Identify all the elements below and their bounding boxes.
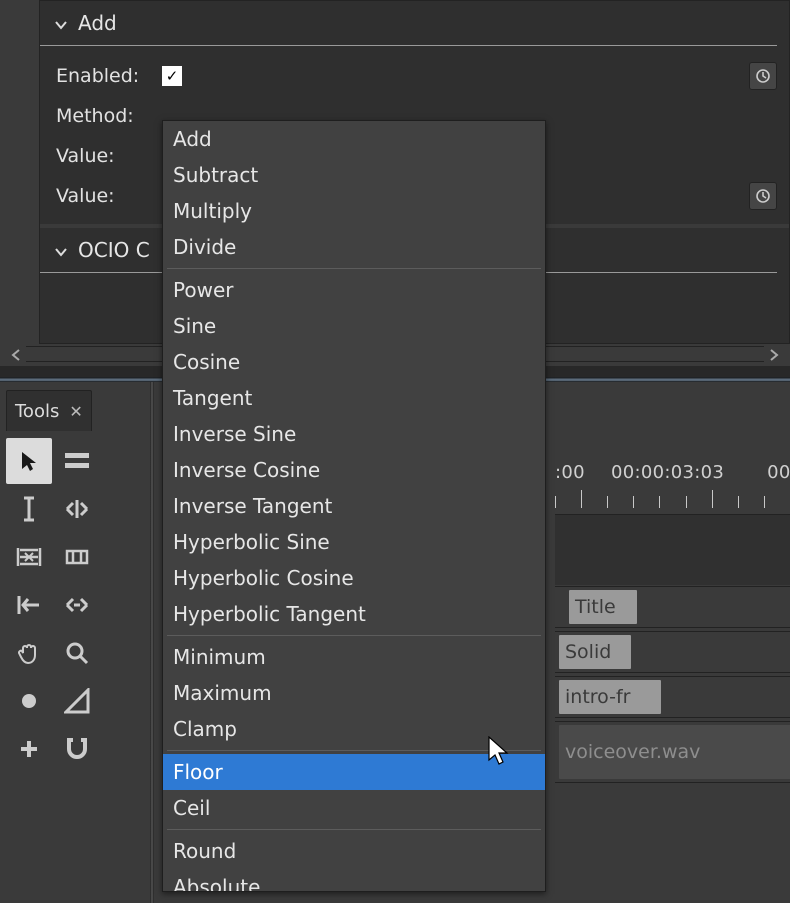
tool-track-select[interactable] <box>54 438 100 484</box>
dropdown-item-subtract[interactable]: Subtract <box>163 157 545 193</box>
section-add-header[interactable]: Add <box>40 1 789 45</box>
chevron-down-icon <box>54 243 68 257</box>
pointer-icon <box>17 449 41 473</box>
dropdown-item-maximum[interactable]: Maximum <box>163 675 545 711</box>
value2-label: Value: <box>56 185 152 207</box>
track-1[interactable]: Solid <box>555 631 790 673</box>
row-enabled: Enabled: ✓ <box>56 56 777 96</box>
tool-pointer[interactable] <box>6 438 52 484</box>
tool-transition[interactable] <box>54 678 100 724</box>
hand-icon <box>17 641 41 665</box>
dropdown-item-ceil[interactable]: Ceil <box>163 790 545 826</box>
ruler-labels: :00 00:00:03:03 00: <box>555 462 790 483</box>
scroll-right-icon[interactable] <box>764 346 784 364</box>
clip-solid[interactable]: Solid <box>559 635 631 669</box>
dropdown-item-round[interactable]: Round <box>163 833 545 869</box>
enabled-checkbox[interactable]: ✓ <box>162 66 182 86</box>
dropdown-item-hyperbolic-tangent[interactable]: Hyperbolic Tangent <box>163 596 545 632</box>
dropdown-item-inverse-sine[interactable]: Inverse Sine <box>163 416 545 452</box>
dropdown-item-multiply[interactable]: Multiply <box>163 193 545 229</box>
scroll-left-icon[interactable] <box>6 346 26 364</box>
dropdown-item-tangent[interactable]: Tangent <box>163 380 545 416</box>
ripple-icon <box>64 498 90 520</box>
tab-close-icon[interactable]: ✕ <box>69 402 82 421</box>
method-dropdown[interactable]: AddSubtractMultiplyDivide PowerSineCosine… <box>162 120 546 892</box>
add-icon <box>18 738 40 760</box>
dropdown-item-hyperbolic-sine[interactable]: Hyperbolic Sine <box>163 524 545 560</box>
slide-left-icon <box>16 594 42 616</box>
dropdown-item-clamp[interactable]: Clamp <box>163 711 545 747</box>
slide-right-icon <box>64 594 90 616</box>
slip-icon <box>63 548 91 566</box>
keyframe-button-enabled[interactable] <box>749 62 777 90</box>
enabled-label: Enabled: <box>56 65 152 87</box>
tool-text-cursor[interactable] <box>6 486 52 532</box>
tab-tools[interactable]: Tools ✕ <box>6 390 92 431</box>
timeline: :00 00:00:03:03 00: Title Solid intro-fr vo… <box>555 460 790 903</box>
tool-hand[interactable] <box>6 630 52 676</box>
tool-slide-right[interactable] <box>54 582 100 628</box>
dropdown-item-divide[interactable]: Divide <box>163 229 545 265</box>
track-select-icon <box>64 451 90 471</box>
dropdown-item-floor[interactable]: Floor <box>163 754 545 790</box>
ruler-label: 00:00:03:03 <box>611 462 761 483</box>
method-label: Method: <box>56 105 152 127</box>
track-0[interactable]: Title <box>555 586 790 628</box>
tool-slide-left[interactable] <box>6 582 52 628</box>
clip-title[interactable]: Title <box>569 590 637 624</box>
section-add-title: Add <box>78 11 117 35</box>
tool-ripple[interactable] <box>54 486 100 532</box>
ruler-label: 00: <box>767 462 790 483</box>
tracks: Title Solid intro-fr voiceover.wav <box>555 586 790 786</box>
section-ocio-title: OCIO C <box>78 238 150 262</box>
dropdown-item-add[interactable]: Add <box>163 121 545 157</box>
tool-snap[interactable] <box>54 726 100 772</box>
value1-label: Value: <box>56 145 152 167</box>
dropdown-item-power[interactable]: Power <box>163 272 545 308</box>
dropdown-item-sine[interactable]: Sine <box>163 308 545 344</box>
record-icon <box>18 690 40 712</box>
clip-intro-fr[interactable]: intro-fr <box>559 680 661 714</box>
dropdown-item-inverse-tangent[interactable]: Inverse Tangent <box>163 488 545 524</box>
dropdown-item-cosine[interactable]: Cosine <box>163 344 545 380</box>
dropdown-item-hyperbolic-cosine[interactable]: Hyperbolic Cosine <box>163 560 545 596</box>
tool-zoom[interactable] <box>54 630 100 676</box>
ruler-ticks <box>555 490 790 508</box>
tool-grid <box>6 438 110 772</box>
clip-voiceover-wav[interactable]: voiceover.wav <box>559 725 790 779</box>
tool-rolling[interactable] <box>6 534 52 580</box>
dropdown-separator <box>167 829 541 830</box>
transition-icon <box>64 688 90 714</box>
snap-icon <box>64 737 90 761</box>
track-2[interactable]: intro-fr <box>555 676 790 718</box>
ruler-label: :00 <box>555 462 605 483</box>
dropdown-separator <box>167 750 541 751</box>
dropdown-separator <box>167 268 541 269</box>
dropdown-item-minimum[interactable]: Minimum <box>163 639 545 675</box>
dropdown-item-inverse-cosine[interactable]: Inverse Cosine <box>163 452 545 488</box>
tool-add[interactable] <box>6 726 52 772</box>
vertical-splitter[interactable] <box>150 382 154 903</box>
dropdown-separator <box>167 635 541 636</box>
timeline-gap <box>555 515 790 585</box>
rolling-icon <box>16 546 42 568</box>
dropdown-item-absolute[interactable]: Absolute <box>163 869 545 892</box>
tab-tools-label: Tools <box>15 401 59 422</box>
tool-record[interactable] <box>6 678 52 724</box>
timeline-ruler[interactable]: :00 00:00:03:03 00: <box>555 460 790 514</box>
zoom-icon <box>65 641 89 665</box>
track-3[interactable]: voiceover.wav <box>555 721 790 783</box>
chevron-down-icon <box>54 16 68 30</box>
keyframe-button-value2[interactable] <box>749 182 777 210</box>
tool-slip[interactable] <box>54 534 100 580</box>
text-cursor-icon <box>19 496 39 522</box>
